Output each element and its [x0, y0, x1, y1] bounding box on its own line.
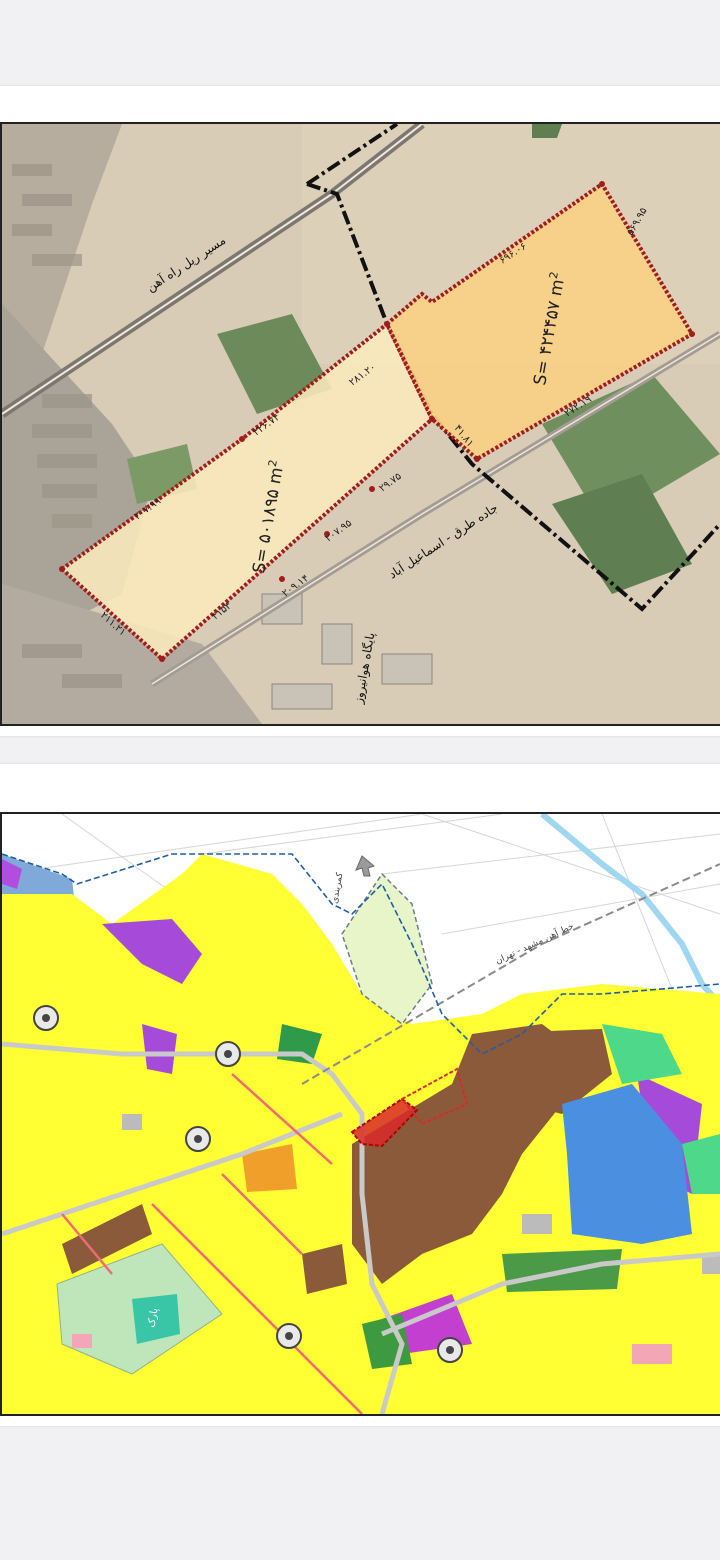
document-page-1: S= ۵۰۱۸۹۵ m2 S= ۴۲۴۴۵۷ m2 ۴۱۵۳ ۲۰۹.۱۴ ۲۰…	[0, 86, 720, 736]
satellite-map-svg: S= ۵۰۱۸۹۵ m2 S= ۴۲۴۴۵۷ m2 ۴۱۵۳ ۲۰۹.۱۴ ۲۰…	[2, 124, 720, 724]
zoning-map-svg: پارک خط آهن مشهد - تهران کمربندی	[2, 814, 720, 1414]
zoning-map: پارک خط آهن مشهد - تهران کمربندی	[0, 812, 720, 1416]
roundabout-icon	[33, 1005, 59, 1031]
roundabout-icon	[437, 1337, 463, 1363]
document-page-2: پارک خط آهن مشهد - تهران کمربندی	[0, 764, 720, 1426]
satellite-map: S= ۵۰۱۸۹۵ m2 S= ۴۲۴۴۵۷ m2 ۴۱۵۳ ۲۰۹.۱۴ ۲۰…	[0, 122, 720, 726]
roundabout-icon	[276, 1323, 302, 1349]
roundabout-icon	[215, 1041, 241, 1067]
roundabout-icon	[185, 1126, 211, 1152]
